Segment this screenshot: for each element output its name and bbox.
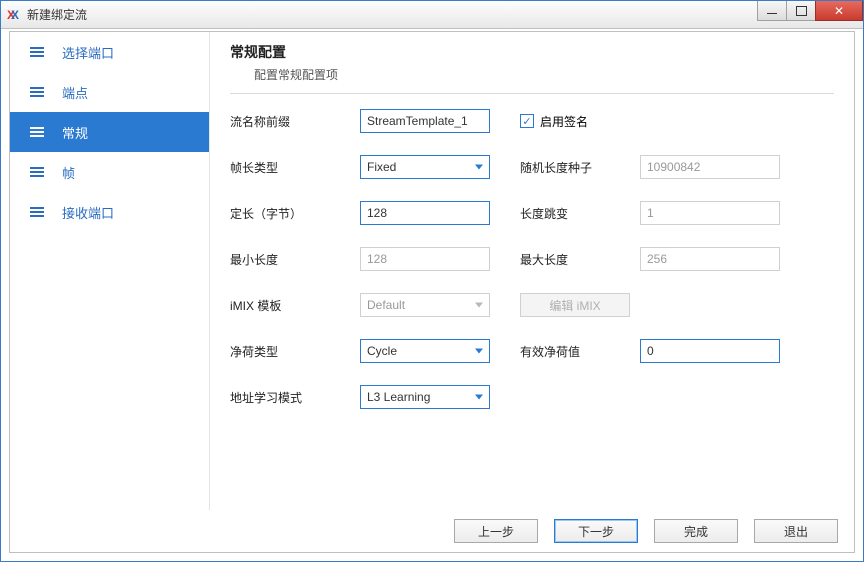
sidebar: 选择端口 端点 常规 帧 接收端口	[10, 32, 210, 510]
len-hop-input	[640, 201, 780, 225]
label-fixed-len: 定长（字节）	[230, 205, 360, 222]
select-value: L3 Learning	[367, 390, 430, 404]
sidebar-item-general[interactable]: 常规	[10, 112, 209, 152]
label-imix-tmpl: iMIX 模板	[230, 297, 360, 314]
window-title: 新建绑定流	[27, 6, 87, 23]
finish-button[interactable]: 完成	[654, 519, 738, 543]
label-frame-len-type: 帧长类型	[230, 159, 360, 176]
page-title: 常规配置	[230, 42, 834, 62]
footer: 上一步 下一步 完成 退出	[10, 510, 854, 552]
sidebar-item-label: 接收端口	[62, 203, 114, 222]
imix-tmpl-select: Default	[360, 293, 490, 317]
min-len-input	[360, 247, 490, 271]
label-len-hop: 长度跳变	[520, 205, 640, 222]
page-subtitle: 配置常规配置项	[254, 66, 834, 83]
menu-icon	[30, 87, 44, 97]
rand-seed-input	[640, 155, 780, 179]
menu-icon	[30, 167, 44, 177]
label-valid-payload: 有效净荷值	[520, 343, 640, 360]
menu-icon	[30, 207, 44, 217]
select-value: Cycle	[367, 344, 397, 358]
sidebar-item-endpoint[interactable]: 端点	[10, 72, 209, 112]
maximize-button[interactable]	[786, 1, 816, 21]
minimize-button[interactable]	[757, 1, 787, 21]
chevron-down-icon	[475, 395, 483, 400]
dialog-window: XX 新建绑定流 选择端口 端点 常规 帧	[0, 0, 864, 562]
back-button[interactable]: 上一步	[454, 519, 538, 543]
label-enable-sign: 启用签名	[540, 113, 588, 130]
window-controls	[758, 1, 863, 21]
select-value: Default	[367, 298, 405, 312]
content-area: 选择端口 端点 常规 帧 接收端口 常规配置 配置常规配置项	[9, 31, 855, 553]
label-min-len: 最小长度	[230, 251, 360, 268]
payload-type-select[interactable]: Cycle	[360, 339, 490, 363]
chevron-down-icon	[475, 303, 483, 308]
enable-sign-checkbox[interactable]: ✓	[520, 114, 534, 128]
label-stream-prefix: 流名称前缀	[230, 113, 360, 130]
menu-icon	[30, 47, 44, 57]
stream-prefix-input[interactable]	[360, 109, 490, 133]
sidebar-item-label: 常规	[62, 123, 88, 142]
app-icon: XX	[5, 7, 21, 23]
sidebar-item-label: 端点	[62, 83, 88, 102]
chevron-down-icon	[475, 349, 483, 354]
label-payload-type: 净荷类型	[230, 343, 360, 360]
frame-len-type-select[interactable]: Fixed	[360, 155, 490, 179]
max-len-input	[640, 247, 780, 271]
label-rand-seed: 随机长度种子	[520, 159, 640, 176]
label-max-len: 最大长度	[520, 251, 640, 268]
valid-payload-input[interactable]	[640, 339, 780, 363]
sidebar-item-label: 选择端口	[62, 43, 114, 62]
sidebar-item-label: 帧	[62, 163, 75, 182]
chevron-down-icon	[475, 165, 483, 170]
label-addr-learn: 地址学习模式	[230, 389, 360, 406]
select-value: Fixed	[367, 160, 396, 174]
fixed-len-input[interactable]	[360, 201, 490, 225]
title-bar[interactable]: XX 新建绑定流	[1, 1, 863, 29]
close-button[interactable]	[815, 1, 863, 21]
edit-imix-button: 编辑 iMIX	[520, 293, 630, 317]
sidebar-item-select-port[interactable]: 选择端口	[10, 32, 209, 72]
sidebar-item-frame[interactable]: 帧	[10, 152, 209, 192]
divider	[230, 93, 834, 94]
next-button[interactable]: 下一步	[554, 519, 638, 543]
menu-icon	[30, 127, 44, 137]
main-panel: 常规配置 配置常规配置项 流名称前缀 ✓ 启用签名 帧长类型 Fixed	[210, 32, 854, 510]
exit-button[interactable]: 退出	[754, 519, 838, 543]
sidebar-item-rx-port[interactable]: 接收端口	[10, 192, 209, 232]
addr-learn-select[interactable]: L3 Learning	[360, 385, 490, 409]
